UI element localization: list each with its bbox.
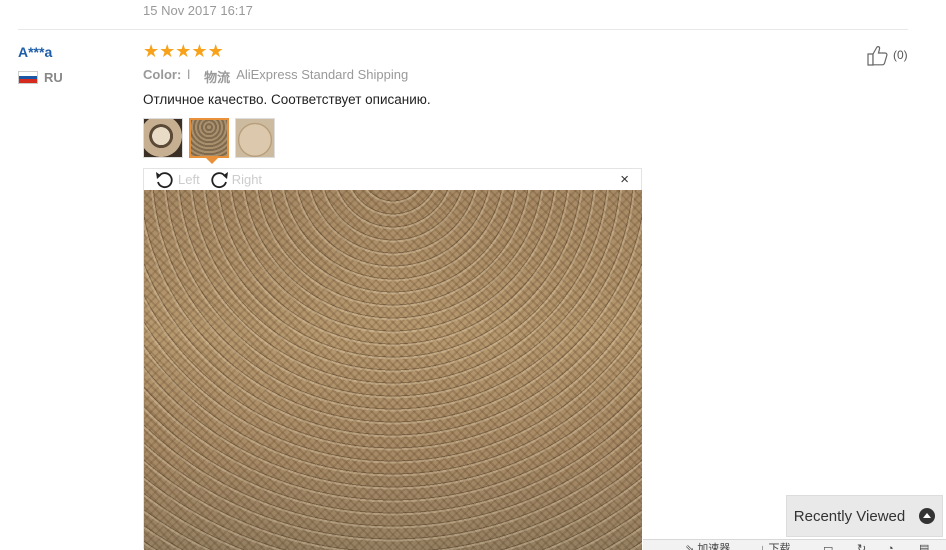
image-viewer-toolbar: Left Right × bbox=[144, 169, 641, 190]
reviewer-name: A***a bbox=[18, 44, 53, 60]
review-photo-large bbox=[144, 190, 642, 550]
helpful-button[interactable]: (0) bbox=[866, 44, 908, 66]
star-icon: ★ bbox=[191, 41, 208, 61]
rotate-right-button[interactable]: Right bbox=[208, 170, 262, 190]
rotate-right-icon bbox=[211, 171, 228, 188]
star-icon: ★ bbox=[207, 41, 224, 61]
rotate-left-icon bbox=[156, 171, 173, 188]
review-thumbnails bbox=[143, 118, 275, 164]
thumbs-up-icon bbox=[867, 46, 888, 66]
color-label: Color: bbox=[143, 67, 182, 82]
previous-review-date: 15 Nov 2017 16:17 bbox=[143, 3, 253, 18]
chevron-up-icon bbox=[919, 508, 936, 524]
review-text: Отличное качество. Соответствует описани… bbox=[143, 92, 431, 107]
rating-stars: ★ ★ ★ ★ ★ bbox=[143, 42, 224, 60]
helpful-count: (0) bbox=[893, 48, 908, 62]
rotate-right-label: Right bbox=[231, 172, 263, 187]
rotate-left-button[interactable]: Left bbox=[154, 170, 200, 190]
russia-flag-icon bbox=[18, 71, 38, 84]
country-code: RU bbox=[44, 70, 63, 85]
close-viewer-button[interactable]: × bbox=[620, 171, 629, 188]
reviewer-country: RU bbox=[18, 70, 63, 85]
star-icon: ★ bbox=[159, 41, 176, 61]
image-viewer: Left Right × bbox=[143, 168, 642, 550]
shipping-label: 物流 bbox=[204, 70, 231, 85]
review-thumbnail-active[interactable] bbox=[189, 118, 229, 164]
color-value: l bbox=[187, 67, 191, 82]
recently-viewed-label: Recently Viewed bbox=[793, 507, 906, 525]
review-meta: Color: l 物流 AliExpress Standard Shipping bbox=[143, 67, 408, 86]
review-thumbnail[interactable] bbox=[235, 118, 275, 158]
review-thumbnail[interactable] bbox=[143, 118, 183, 158]
rotate-left-label: Left bbox=[178, 172, 200, 187]
shipping-value: AliExpress Standard Shipping bbox=[236, 67, 409, 82]
star-icon: ★ bbox=[143, 41, 160, 61]
recently-viewed-button[interactable]: Recently Viewed bbox=[786, 495, 943, 537]
star-icon: ★ bbox=[175, 41, 192, 61]
browser-status-bar: ⇘ 加速器 ↓ 下载 ▭ ↻ ◔ ▤ bbox=[643, 539, 946, 550]
review-divider bbox=[18, 29, 908, 30]
